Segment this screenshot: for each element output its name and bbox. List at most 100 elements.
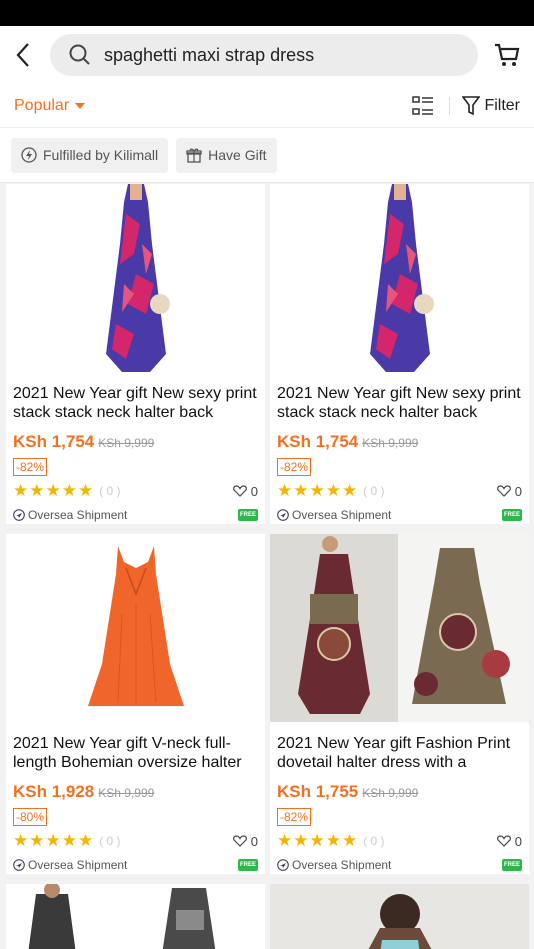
original-price: KSh 9,999 [98,436,155,450]
plane-icon [13,859,25,871]
product-price: KSh 1,928 [13,782,95,801]
wishlist-button[interactable]: 0 [232,483,258,499]
like-count: 0 [514,833,522,849]
chevron-left-icon [16,43,29,67]
price-row: KSh 1,754 KSh 9,999 [6,432,265,452]
shipping-label: Oversea Shipment [28,508,128,522]
list-view-toggle[interactable] [411,94,435,118]
sort-dropdown[interactable]: Popular [14,96,86,115]
shipping-row: Oversea Shipment FREE [270,506,529,524]
rating-row: ★★★★★ ( 0 ) 0 [6,831,265,850]
sort-filter-bar: Popular Filter [0,84,534,128]
rating-row: ★★★★★ ( 0 ) 0 [6,481,265,500]
like-count: 0 [250,483,258,499]
shipping-label: Oversea Shipment [28,858,128,872]
wishlist-button[interactable]: 0 [496,483,522,499]
shipping-row: Oversea Shipment FREE [6,856,265,874]
search-icon [69,44,90,65]
discount-badge: -82% [277,458,312,476]
wishlist-button[interactable]: 0 [232,833,258,849]
star-rating: ★★★★★ [13,481,95,500]
product-title: 2021 New Year gift V-neck full-length Bo… [13,735,242,771]
back-button[interactable] [12,40,34,70]
rating-row: ★★★★★ ( 0 ) 0 [270,831,529,850]
sort-label: Popular [14,96,70,114]
free-shipping-truck-icon: FREE [238,859,258,871]
star-rating: ★★★★★ [277,831,359,850]
cart-button[interactable] [492,40,522,70]
original-price: KSh 9,999 [362,436,419,450]
star-rating: ★★★★★ [277,481,359,500]
like-count: 0 [514,483,522,499]
product-card[interactable]: 2021 New Year gift New sexy print stack … [270,184,529,524]
rating-count: ( 0 ) [99,834,121,848]
shipping-row: Oversea Shipment FREE [270,856,529,874]
discount-badge: -82% [13,458,48,476]
chip-label: Have Gift [208,147,267,163]
rating-count: ( 0 ) [99,484,121,498]
product-image [6,534,265,722]
product-card[interactable]: 2021 New Year gift New sexy print stack … [6,184,265,524]
chip-label: Fulfilled by Kilimall [43,147,159,163]
wishlist-button[interactable]: 0 [496,833,522,849]
original-price: KSh 9,999 [362,786,419,800]
shipping-row: Oversea Shipment FREE [6,506,265,524]
shipping-info: Oversea Shipment [277,858,391,872]
free-shipping-truck-icon: FREE [502,859,522,871]
discount-badge: -80% [13,808,48,826]
lightning-icon [21,147,37,163]
product-card[interactable]: 2021 New Year gift Fashion Print dovetai… [270,534,529,874]
product-image [6,184,265,372]
filter-button[interactable]: Filter [462,95,520,116]
rating-count: ( 0 ) [363,484,385,498]
product-card[interactable] [6,884,265,949]
chip-fulfilled-by-kilimall[interactable]: Fulfilled by Kilimall [11,137,169,173]
product-image [270,184,529,372]
product-image [270,884,529,949]
product-card[interactable] [270,884,529,949]
product-card[interactable]: 2021 New Year gift V-neck full-length Bo… [6,534,265,874]
plane-icon [277,509,289,521]
product-title: 2021 New Year gift New sexy print stack … [13,385,257,421]
price-row: KSh 1,755 KSh 9,999 [270,782,529,802]
search-query: spaghetti maxi strap dress [104,44,315,65]
search-header: spaghetti maxi strap dress [0,26,534,84]
product-title: 2021 New Year gift Fashion Print dovetai… [277,735,511,771]
rating-row: ★★★★★ ( 0 ) 0 [270,481,529,500]
heart-icon [496,485,511,497]
heart-icon [496,835,511,847]
shipping-label: Oversea Shipment [292,858,392,872]
filter-icon [462,95,481,115]
product-grid: 2021 New Year gift New sexy print stack … [0,184,534,949]
free-shipping-truck-icon: FREE [502,509,522,521]
plane-icon [277,859,289,871]
product-image [270,534,529,722]
product-price: KSh 1,755 [277,782,359,801]
filter-label: Filter [484,96,520,114]
price-row: KSh 1,928 KSh 9,999 [6,782,265,802]
plane-icon [13,509,25,521]
free-shipping-truck-icon: FREE [238,509,258,521]
like-count: 0 [250,833,258,849]
star-rating: ★★★★★ [13,831,95,850]
shipping-info: Oversea Shipment [13,858,127,872]
gift-icon [186,148,202,163]
status-bar [0,0,534,26]
price-row: KSh 1,754 KSh 9,999 [270,432,529,452]
search-input[interactable]: spaghetti maxi strap dress [50,34,478,76]
rating-count: ( 0 ) [363,834,385,848]
product-price: KSh 1,754 [13,432,95,451]
cart-icon [495,43,520,66]
product-image [6,884,265,949]
product-title: 2021 New Year gift New sexy print stack … [277,385,521,421]
divider [449,96,451,115]
shipping-label: Oversea Shipment [292,508,392,522]
chip-have-gift[interactable]: Have Gift [176,137,277,173]
discount-badge: -82% [277,808,312,826]
original-price: KSh 9,999 [98,786,155,800]
heart-icon [232,485,247,497]
heart-icon [232,835,247,847]
quick-filter-chips: Fulfilled by Kilimall Have Gift [0,128,534,183]
list-view-icon [412,95,434,115]
shipping-info: Oversea Shipment [277,508,391,522]
